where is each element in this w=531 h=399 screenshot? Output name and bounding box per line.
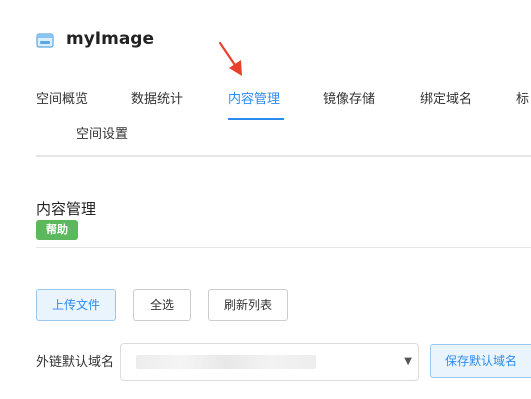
help-badge[interactable]: 帮助 [36,220,78,240]
section-divider [36,247,531,248]
tab-bind-domain[interactable]: 绑定域名 [420,88,472,107]
tab-mirror-storage[interactable]: 镜像存储 [323,88,375,107]
tab-truncated[interactable]: 标 [516,88,531,107]
section-title: 内容管理 [36,200,97,218]
page-title: myImage [66,29,155,49]
annotation-arrow-icon [214,40,250,80]
select-all-button[interactable]: 全选 [133,289,191,321]
tab-data-statistics[interactable]: 数据统计 [131,88,183,107]
tab-space-overview[interactable]: 空间概览 [36,88,88,107]
dropdown-caret-icon: ▼ [404,356,412,367]
tab-content-management[interactable]: 内容管理 [228,88,280,107]
active-tab-indicator [228,118,284,120]
upload-file-button[interactable]: 上传文件 [36,289,116,321]
refresh-list-button[interactable]: 刷新列表 [208,289,288,321]
default-domain-select[interactable]: ▼ [120,343,419,381]
default-domain-label: 外链默认域名 [36,355,115,370]
save-default-domain-button[interactable]: 保存默认域名 [430,344,531,378]
bucket-icon [36,31,54,49]
redacted-domain-value [136,355,316,369]
tab-space-settings[interactable]: 空间设置 [76,123,128,142]
tabs-divider [36,155,531,157]
